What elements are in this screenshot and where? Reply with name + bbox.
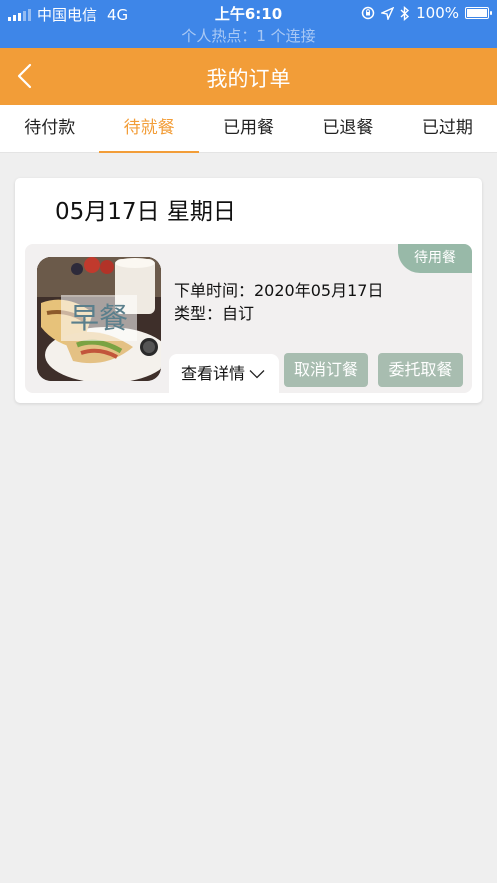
tab-pending-meal[interactable]: 待就餐 bbox=[99, 105, 200, 153]
order-date: 05月17日 星期日 bbox=[55, 199, 236, 225]
order-type: 类型：自订 bbox=[174, 304, 255, 323]
order-time: 下单时间：2020年05月17日 bbox=[174, 281, 384, 300]
order-tabs: 待付款 待就餐 已用餐 已退餐 已过期 bbox=[0, 105, 497, 153]
view-details-label: 查看详情 bbox=[181, 363, 246, 383]
location-lock-icon bbox=[361, 6, 375, 20]
nav-bar: 我的订单 bbox=[0, 48, 497, 105]
tab-pending-payment[interactable]: 待付款 bbox=[0, 105, 99, 152]
cancel-order-button[interactable]: 取消订餐 bbox=[284, 353, 368, 387]
battery-icon bbox=[465, 7, 492, 19]
tab-refunded[interactable]: 已退餐 bbox=[298, 105, 397, 152]
order-item[interactable]: 待用餐 早餐 下单时间：2020年05月17日 类型：自订 查看详情 取消订餐 … bbox=[25, 244, 472, 393]
view-details-button[interactable]: 查看详情 bbox=[169, 354, 279, 393]
status-badge: 待用餐 bbox=[398, 244, 472, 273]
order-info: 下单时间：2020年05月17日 类型：自订 bbox=[174, 279, 383, 325]
order-card: 05月17日 星期日 待用餐 早餐 下单时间：2020年05月17日 类型：自订… bbox=[15, 178, 482, 403]
tab-eaten[interactable]: 已用餐 bbox=[199, 105, 298, 152]
meal-type-label: 早餐 bbox=[61, 295, 137, 341]
battery-percent: 100% bbox=[416, 4, 459, 22]
status-icons: 100% bbox=[361, 4, 492, 22]
delegate-pickup-button[interactable]: 委托取餐 bbox=[378, 353, 463, 387]
status-bar: 中国电信 4G 上午6:10 100% 个人热点：1 个连接 bbox=[0, 0, 497, 48]
meal-image: 早餐 bbox=[37, 257, 161, 381]
location-arrow-icon bbox=[381, 6, 395, 20]
hotspot-banner[interactable]: 个人热点：1 个连接 bbox=[0, 25, 497, 46]
tab-expired[interactable]: 已过期 bbox=[398, 105, 497, 152]
bluetooth-icon bbox=[400, 5, 410, 21]
chevron-down-icon bbox=[249, 369, 265, 378]
page-title: 我的订单 bbox=[206, 67, 291, 91]
